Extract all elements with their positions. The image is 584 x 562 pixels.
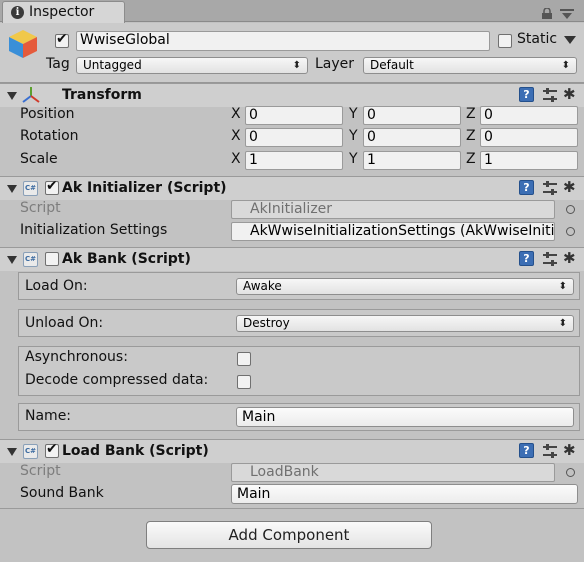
- x-axis-label: X: [231, 106, 241, 122]
- script-icon: C#: [23, 444, 38, 459]
- ak-bank-enabled-checkbox[interactable]: [45, 252, 59, 266]
- help-icon[interactable]: ?: [519, 443, 534, 458]
- sound-bank-picker[interactable]: Main: [231, 484, 578, 504]
- gear-icon[interactable]: ✱: [563, 251, 577, 266]
- chevron-down-icon[interactable]: [564, 36, 576, 44]
- rotation-x-input[interactable]: 0: [245, 128, 343, 147]
- preset-icon[interactable]: [543, 88, 557, 102]
- bank-name-picker[interactable]: Main: [236, 407, 574, 427]
- position-label: Position: [20, 106, 75, 122]
- script-label: Script: [20, 463, 61, 479]
- asynchronous-checkbox[interactable]: [237, 352, 251, 366]
- help-icon[interactable]: ?: [519, 180, 534, 195]
- static-label: Static: [517, 31, 558, 47]
- menu-icon[interactable]: [560, 9, 574, 19]
- z-axis-label: Z: [466, 106, 476, 122]
- foldout-arrow-icon[interactable]: [7, 92, 17, 100]
- transform-axis-icon: [22, 87, 40, 103]
- add-component-button[interactable]: Add Component: [146, 521, 432, 549]
- load-on-label: Load On:: [25, 278, 88, 294]
- ak-bank-title: Ak Bank (Script): [62, 251, 191, 267]
- z-axis-label: Z: [466, 128, 476, 144]
- rotation-z-input[interactable]: 0: [480, 128, 578, 147]
- layer-label: Layer: [315, 56, 355, 72]
- script-icon: C#: [23, 252, 38, 267]
- scale-x-input[interactable]: 1: [245, 151, 343, 170]
- divider: [0, 508, 584, 509]
- load-on-dropdown[interactable]: Awake: [236, 278, 574, 295]
- info-icon: i: [11, 6, 24, 19]
- scale-y-input[interactable]: 1: [363, 151, 461, 170]
- object-picker-icon[interactable]: [566, 227, 575, 236]
- y-axis-label: Y: [349, 106, 358, 122]
- asynchronous-label: Asynchronous:: [25, 349, 128, 365]
- static-checkbox[interactable]: [498, 34, 512, 48]
- foldout-arrow-icon[interactable]: [7, 185, 17, 193]
- rotation-y-input[interactable]: 0: [363, 128, 461, 147]
- preset-icon[interactable]: [543, 252, 557, 266]
- scale-label: Scale: [20, 151, 58, 167]
- decode-compressed-checkbox[interactable]: [237, 375, 251, 389]
- initialization-settings-field[interactable]: AkWwiseInitializationSettings (AkWwiseIn…: [231, 222, 555, 241]
- transform-title: Transform: [62, 87, 142, 103]
- object-picker-icon[interactable]: [566, 205, 575, 214]
- name-label: Name:: [25, 408, 72, 424]
- tag-dropdown[interactable]: Untagged: [76, 57, 308, 74]
- layer-dropdown[interactable]: Default: [363, 57, 577, 74]
- y-axis-label: Y: [349, 151, 358, 167]
- gear-icon[interactable]: ✱: [563, 443, 577, 458]
- foldout-arrow-icon[interactable]: [7, 448, 17, 456]
- preset-icon[interactable]: [543, 181, 557, 195]
- tag-label: Tag: [46, 56, 70, 72]
- lock-icon[interactable]: [541, 8, 553, 19]
- ak-initializer-title: Ak Initializer (Script): [62, 180, 227, 196]
- help-icon[interactable]: ?: [519, 87, 534, 102]
- scale-z-input[interactable]: 1: [480, 151, 578, 170]
- rotation-label: Rotation: [20, 128, 79, 144]
- gameobject-cube-icon: [9, 30, 37, 58]
- z-axis-label: Z: [466, 151, 476, 167]
- script-icon: C#: [23, 181, 38, 196]
- position-y-input[interactable]: 0: [363, 106, 461, 125]
- object-picker-icon[interactable]: [566, 468, 575, 477]
- help-icon[interactable]: ?: [519, 251, 534, 266]
- tab-inspector[interactable]: i Inspector: [2, 1, 125, 23]
- ak-initializer-enabled-checkbox[interactable]: [45, 178, 59, 195]
- initialization-settings-label: Initialization Settings: [20, 222, 168, 238]
- script-field: AkInitializer: [231, 200, 555, 219]
- sound-bank-label: Sound Bank: [20, 485, 104, 501]
- decode-compressed-label: Decode compressed data:: [25, 372, 209, 388]
- x-axis-label: X: [231, 128, 241, 144]
- active-checkbox[interactable]: [55, 31, 69, 48]
- position-z-input[interactable]: 0: [480, 106, 578, 125]
- script-field: LoadBank: [231, 463, 555, 482]
- gear-icon[interactable]: ✱: [563, 180, 577, 195]
- position-x-input[interactable]: 0: [245, 106, 343, 125]
- load-bank-title: Load Bank (Script): [62, 443, 209, 459]
- object-name-input[interactable]: WwiseGlobal: [76, 31, 490, 51]
- foldout-arrow-icon[interactable]: [7, 256, 17, 264]
- preset-icon[interactable]: [543, 444, 557, 458]
- unload-on-dropdown[interactable]: Destroy: [236, 315, 574, 332]
- script-label: Script: [20, 200, 61, 216]
- unload-on-label: Unload On:: [25, 315, 104, 331]
- x-axis-label: X: [231, 151, 241, 167]
- load-bank-enabled-checkbox[interactable]: [45, 441, 59, 458]
- tab-label: Inspector: [29, 4, 95, 20]
- y-axis-label: Y: [349, 128, 358, 144]
- gear-icon[interactable]: ✱: [563, 87, 577, 102]
